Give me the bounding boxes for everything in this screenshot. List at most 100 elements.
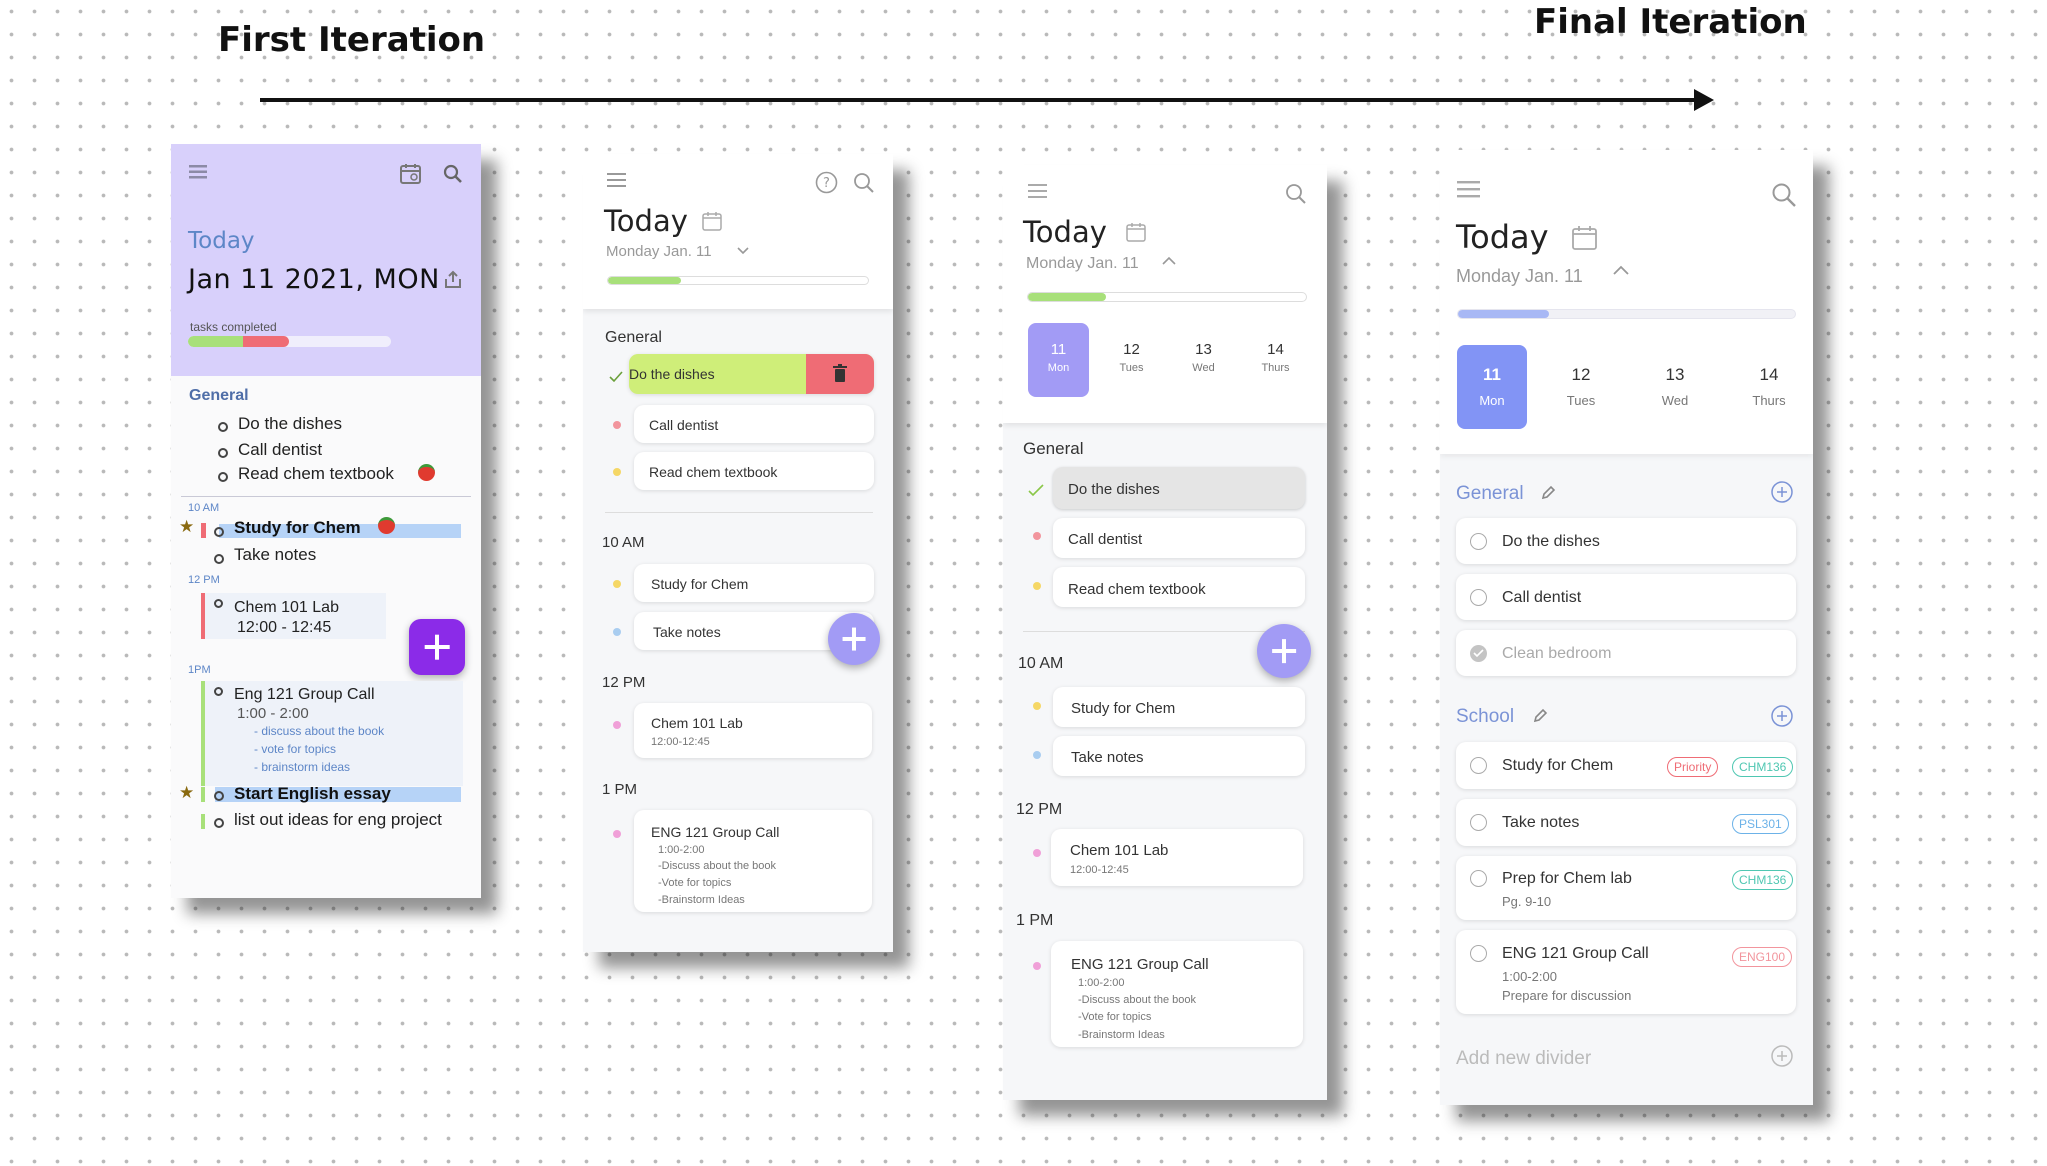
search-icon[interactable] [443, 164, 463, 184]
calendar-icon[interactable] [399, 162, 423, 186]
day-14[interactable]: 14 Thurs [1245, 341, 1306, 374]
calendar-icon[interactable] [1125, 221, 1147, 243]
day-name: Thurs [1261, 362, 1290, 374]
pencil-icon[interactable] [1532, 708, 1548, 724]
check-icon[interactable] [1027, 483, 1045, 498]
check-icon [1473, 649, 1484, 658]
day-14[interactable]: 14 Thurs [1734, 365, 1804, 408]
task-do-dishes[interactable]: Do the dishes [1068, 481, 1160, 498]
today-title: Today [1456, 218, 1549, 256]
pencil-icon[interactable] [1540, 485, 1556, 501]
task-checkbox[interactable] [1470, 814, 1487, 831]
task-checkbox[interactable] [214, 818, 224, 828]
tag-psl301[interactable]: PSL301 [1732, 814, 1789, 834]
task-checkbox[interactable] [214, 554, 224, 564]
divider [181, 496, 471, 497]
event-eng-call[interactable]: ENG 121 Group Call [1071, 956, 1209, 973]
add-task-button[interactable] [409, 619, 465, 675]
hamburger-menu-icon[interactable] [1028, 183, 1048, 201]
tag-chm136[interactable]: CHM136 [1732, 870, 1794, 890]
task-take-notes[interactable]: Take notes [653, 624, 721, 640]
search-icon[interactable] [853, 172, 875, 194]
calendar-icon[interactable] [1571, 224, 1599, 252]
event-chem-lab[interactable]: Chem 101 Lab [1070, 842, 1168, 859]
hamburger-menu-icon[interactable] [607, 172, 627, 190]
task-checkbox[interactable] [218, 448, 228, 458]
calendar-icon[interactable] [701, 210, 723, 232]
help-icon[interactable]: ? [815, 171, 838, 194]
event-eng-call[interactable]: ENG 121 Group Call [651, 824, 779, 840]
task-checkbox[interactable] [1470, 945, 1487, 962]
search-icon[interactable] [1285, 183, 1307, 205]
day-11[interactable]: 11 Mon [1028, 341, 1089, 374]
chevron-up-icon[interactable] [1612, 264, 1630, 278]
task-take-notes[interactable]: Take notes [234, 545, 316, 565]
date-subtitle: Monday Jan. 11 [1456, 266, 1583, 286]
add-task-button[interactable] [828, 613, 880, 665]
task-study-chem[interactable]: Study for Chem [1071, 700, 1175, 717]
day-12[interactable]: 12 Tues [1546, 365, 1616, 408]
task-read-chem[interactable]: Read chem textbook [238, 464, 394, 484]
task-checkbox[interactable] [218, 472, 228, 482]
task-read-chem[interactable]: Read chem textbook [1068, 581, 1206, 598]
task-checkbox[interactable] [1470, 589, 1487, 606]
search-icon[interactable] [1771, 182, 1797, 208]
task-take-notes[interactable]: Take notes [1071, 749, 1144, 766]
divider [605, 512, 873, 513]
task-call-dentist[interactable]: Call dentist [1502, 589, 1581, 607]
task-checkbox[interactable] [218, 422, 228, 432]
task-do-dishes[interactable]: Do the dishes [629, 366, 715, 382]
task-checkbox[interactable] [1470, 533, 1487, 550]
day-name: Tues [1119, 362, 1144, 374]
task-checkbox[interactable] [1470, 870, 1487, 887]
tomato-icon [378, 517, 395, 534]
add-new-divider-label[interactable]: Add new divider [1456, 1048, 1591, 1070]
task-start-essay[interactable]: Start English essay [234, 784, 391, 804]
add-circle-icon[interactable] [1770, 480, 1794, 504]
event-checkbox[interactable] [214, 687, 223, 696]
add-circle-icon[interactable] [1770, 704, 1794, 728]
tag-eng100[interactable]: ENG100 [1732, 947, 1793, 967]
task-prep-chem-lab[interactable]: Prep for Chem lab [1502, 870, 1632, 888]
time-1pm: 1PM [188, 664, 211, 676]
add-circle-icon[interactable] [1770, 1044, 1794, 1068]
event-chem-lab[interactable]: Chem 101 Lab [234, 599, 339, 617]
day-11[interactable]: 11 Mon [1457, 365, 1527, 408]
share-icon[interactable] [443, 270, 463, 290]
task-read-chem[interactable]: Read chem textbook [649, 464, 777, 480]
tag-priority[interactable]: Priority [1667, 757, 1719, 777]
task-study-chem[interactable]: Study for Chem [1502, 757, 1613, 775]
task-checkbox[interactable] [1470, 757, 1487, 774]
task-checkbox[interactable] [214, 791, 224, 801]
event-checkbox[interactable] [214, 599, 223, 608]
task-do-dishes[interactable]: Do the dishes [1502, 533, 1600, 551]
event-eng-call[interactable]: ENG 121 Group Call [1502, 945, 1649, 963]
day-13[interactable]: 13 Wed [1640, 365, 1710, 408]
hamburger-menu-icon[interactable] [1457, 180, 1481, 200]
chevron-down-icon[interactable] [736, 245, 750, 257]
hamburger-menu-icon[interactable] [189, 164, 209, 180]
check-icon[interactable] [608, 370, 624, 384]
task-take-notes[interactable]: Take notes [1502, 814, 1579, 832]
task-study-chem[interactable]: Study for Chem [651, 576, 748, 592]
event-eng-note: - vote for topics [254, 742, 337, 756]
event-chem-lab[interactable]: Chem 101 Lab [651, 715, 743, 731]
day-12[interactable]: 12 Tues [1101, 341, 1162, 374]
task-call-dentist[interactable]: Call dentist [1068, 531, 1142, 548]
tag-chm136[interactable]: CHM136 [1732, 757, 1794, 777]
task-checkbox[interactable] [214, 527, 224, 537]
task-list-ideas[interactable]: list out ideas for eng project [234, 810, 442, 830]
task-clean-bedroom[interactable]: Clean bedroom [1502, 645, 1611, 663]
time-1pm: 1 PM [602, 781, 638, 798]
task-study-chem[interactable]: Study for Chem [234, 518, 361, 538]
event-eng-call[interactable]: Eng 121 Group Call [234, 686, 375, 704]
event-marker-red [201, 593, 205, 639]
trash-icon[interactable] [832, 364, 848, 383]
add-task-button[interactable] [1257, 624, 1311, 678]
day-13[interactable]: 13 Wed [1173, 341, 1234, 374]
task-call-dentist[interactable]: Call dentist [649, 417, 718, 433]
task-call-dentist[interactable]: Call dentist [238, 440, 322, 460]
task-do-dishes[interactable]: Do the dishes [238, 414, 342, 434]
chevron-up-icon[interactable] [1161, 255, 1177, 267]
day-number: 14 [1759, 365, 1779, 384]
